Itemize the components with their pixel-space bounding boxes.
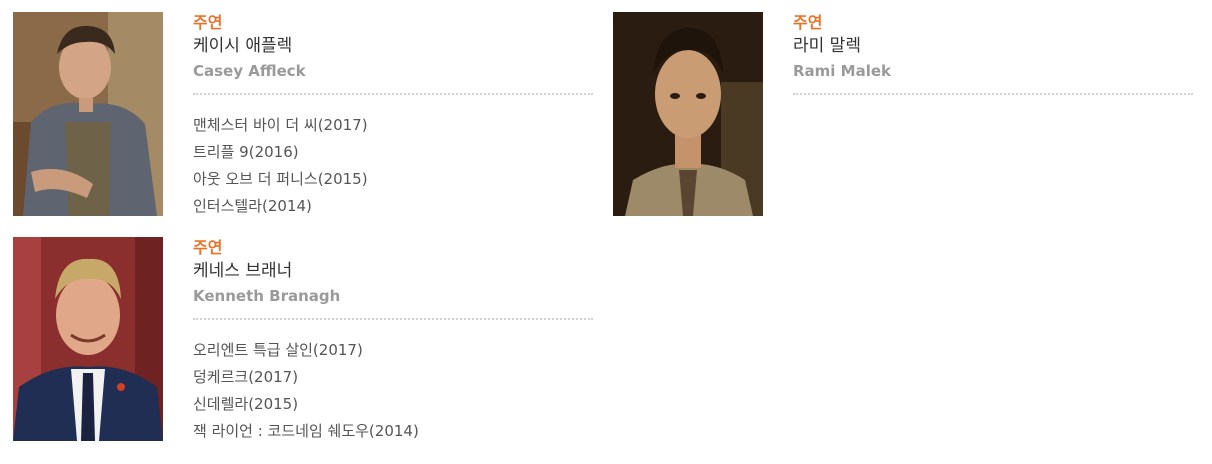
actor-name-korean[interactable]: 라미 말렉 [793,34,1193,59]
filmography-item[interactable]: 오리엔트 특급 살인(2017) [193,337,593,364]
role-label: 주연 [193,238,223,257]
divider [193,93,593,95]
divider [793,93,1193,95]
actor-photo-image [13,12,163,216]
actor-info: 주연 케이시 애플렉 Casey Affleck 맨체스터 바이 더 씨(201… [193,12,593,220]
filmography-item[interactable]: 맨체스터 바이 더 씨(2017) [193,112,593,139]
actor-photo[interactable] [613,12,763,216]
filmography-item[interactable]: 인터스텔라(2014) [193,193,593,220]
role-label: 주연 [793,13,823,32]
filmography-item[interactable]: 덩케르크(2017) [193,364,593,391]
actor-photo-image [613,12,763,216]
actor-photo-image [13,237,163,441]
actor-info: 주연 케네스 브래너 Kenneth Branagh 오리엔트 특급 살인(20… [193,237,593,445]
filmography-item[interactable]: 트리플 9(2016) [193,139,593,166]
actor-name-english: Rami Malek [793,62,892,80]
role-label: 주연 [193,13,223,32]
filmography-list: 맨체스터 바이 더 씨(2017) 트리플 9(2016) 아웃 오브 더 퍼니… [193,112,593,220]
actor-name-korean[interactable]: 케네스 브래너 [193,259,593,284]
actor-info: 주연 라미 말렉 Rami Malek [793,12,1193,95]
filmography-list: 오리엔트 특급 살인(2017) 덩케르크(2017) 신데렐라(2015) 잭… [193,337,593,445]
divider [193,318,593,320]
actor-photo[interactable] [13,12,163,216]
actor-name-korean[interactable]: 케이시 애플렉 [193,34,593,59]
filmography-item[interactable]: 신데렐라(2015) [193,391,593,418]
actor-photo[interactable] [13,237,163,441]
actor-name-english: Kenneth Branagh [193,287,341,305]
filmography-item[interactable]: 잭 라이언 : 코드네임 쉐도우(2014) [193,418,593,445]
actor-name-english: Casey Affleck [193,62,306,80]
filmography-item[interactable]: 아웃 오브 더 퍼니스(2015) [193,166,593,193]
